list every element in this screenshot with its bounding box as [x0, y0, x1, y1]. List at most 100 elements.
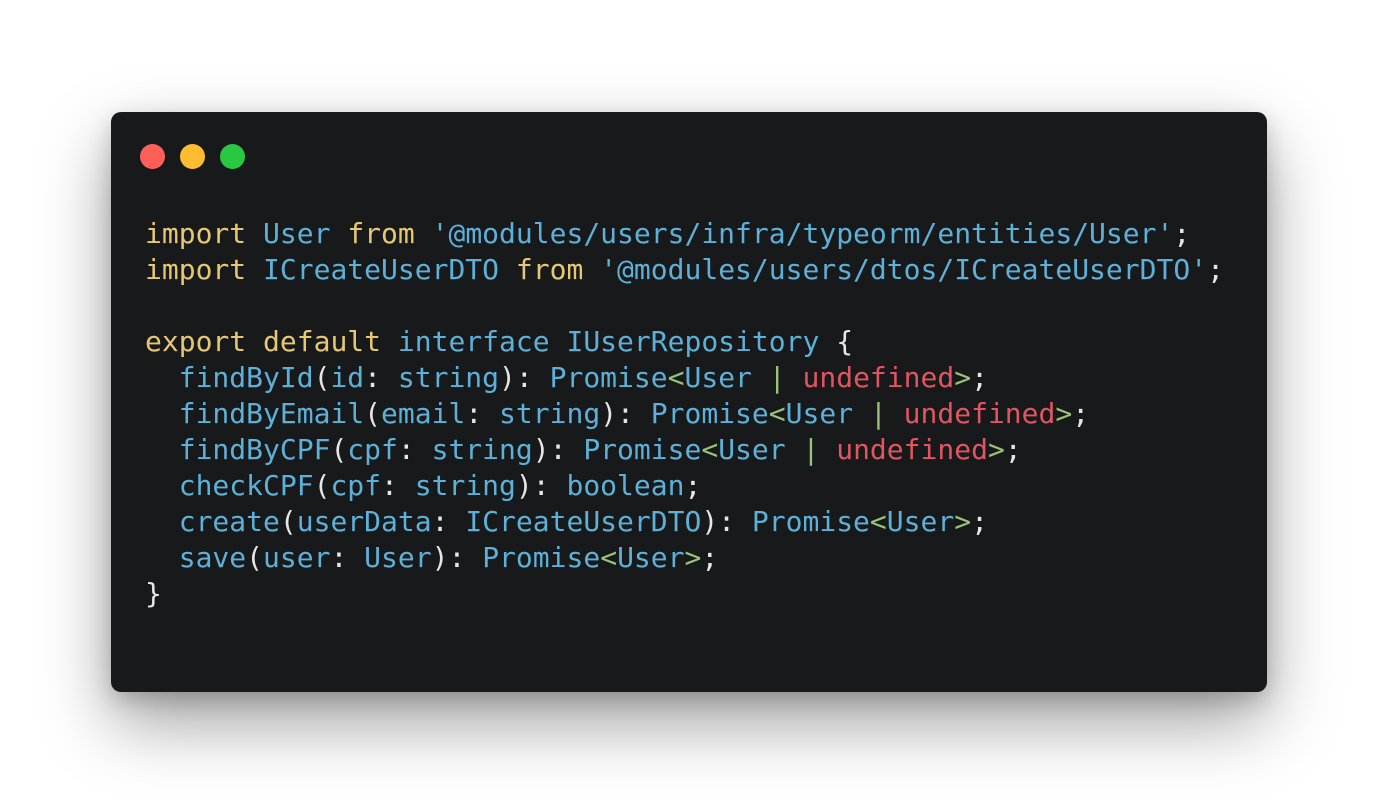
- window-controls: [140, 144, 245, 169]
- code-token-identifier: Promise: [482, 541, 601, 574]
- code-token-punctuation: ):: [499, 361, 550, 394]
- code-token-punctuation: (: [313, 361, 331, 394]
- code-token-angle: >: [1055, 397, 1073, 430]
- code-line: checkCPF(cpf: string): boolean;: [145, 468, 1224, 504]
- code-token-punctuation: (: [364, 397, 382, 430]
- code-token-identifier: ICreateUserDTO: [465, 505, 702, 538]
- code-token-punctuation: ):: [701, 505, 752, 538]
- code-token-angle: <: [869, 505, 887, 538]
- code-token-punctuation: ):: [532, 433, 584, 466]
- code-line: findByEmail(email: string): Promise<User…: [145, 396, 1224, 432]
- code-token-identifier: string: [431, 433, 533, 466]
- code-token-identifier: User: [886, 505, 955, 538]
- code-token-punctuation: :: [381, 469, 415, 502]
- code-token-identifier: Promise: [583, 433, 702, 466]
- canvas: import User from '@modules/users/infra/t…: [0, 0, 1378, 804]
- code-token-identifier: interface: [397, 325, 550, 358]
- code-token-angle: |: [869, 397, 887, 430]
- code-token-angle: >: [987, 433, 1005, 466]
- code-line: create(userData: ICreateUserDTO): Promis…: [145, 504, 1224, 540]
- code-token-punctuation: ;: [1173, 217, 1191, 250]
- code-token-identifier: IUserRepository: [566, 325, 820, 358]
- code-token-identifier: Promise: [650, 397, 769, 430]
- code-token-literal: undefined: [802, 361, 955, 394]
- code-line: import ICreateUserDTO from '@modules/use…: [145, 252, 1224, 288]
- code-token-identifier: Promise: [751, 505, 870, 538]
- code-token-keyword: default: [263, 325, 382, 358]
- code-token-identifier: ICreateUserDTO: [263, 253, 500, 286]
- code-token-punctuation: ):: [431, 541, 483, 574]
- code-token-keyword: import: [145, 253, 247, 286]
- code-token-punctuation: (: [246, 541, 264, 574]
- code-token-angle: <: [600, 541, 618, 574]
- code-token-punctuation: ;: [1004, 433, 1022, 466]
- code-token-keyword: from: [347, 217, 415, 250]
- code-token-identifier: User: [263, 217, 331, 250]
- code-line: import User from '@modules/users/infra/t…: [145, 216, 1224, 252]
- code-block: import User from '@modules/users/infra/t…: [145, 216, 1224, 612]
- code-token-literal: undefined: [836, 433, 988, 466]
- code-token-angle: >: [684, 541, 702, 574]
- code-token-punctuation: ;: [684, 469, 702, 502]
- code-token-punctuation: {: [836, 325, 854, 358]
- code-token-identifier: User: [617, 541, 685, 574]
- code-token-punctuation: ;: [1072, 397, 1090, 430]
- code-token-angle: <: [701, 433, 719, 466]
- code-token-punctuation: ;: [971, 361, 988, 394]
- code-token-identifier: User: [364, 541, 432, 574]
- code-line: save(user: User): Promise<User>;: [145, 540, 1224, 576]
- code-token-angle: |: [802, 433, 820, 466]
- code-token-punctuation: ):: [515, 469, 567, 502]
- code-token-identifier: User: [684, 361, 752, 394]
- code-token-identifier: checkCPF: [178, 469, 314, 502]
- code-token-punctuation: :: [465, 397, 500, 430]
- code-token-punctuation: :: [431, 505, 466, 538]
- code-token-punctuation: :: [330, 541, 365, 574]
- code-token-angle: <: [667, 361, 685, 394]
- code-token-identifier: findById: [178, 361, 314, 394]
- code-token-identifier: cpf: [347, 433, 398, 466]
- code-token-identifier: save: [178, 541, 247, 574]
- code-token-identifier: cpf: [330, 469, 382, 502]
- code-token-identifier: id: [330, 361, 365, 394]
- code-token-identifier: string: [414, 469, 516, 502]
- code-token-angle: >: [954, 505, 972, 538]
- code-token-angle: |: [768, 361, 786, 394]
- code-token-punctuation: }: [145, 577, 162, 610]
- code-token-punctuation: (: [279, 505, 297, 538]
- code-token-identifier: create: [178, 505, 280, 538]
- close-icon[interactable]: [140, 144, 165, 169]
- code-token-punctuation: ):: [600, 397, 651, 430]
- code-token-punctuation: :: [364, 361, 398, 394]
- code-line: export default interface IUserRepository…: [145, 324, 1224, 360]
- code-token-punctuation: ;: [701, 541, 719, 574]
- code-token-identifier: findByCPF: [178, 433, 331, 466]
- code-token-identifier: boolean: [566, 469, 685, 502]
- code-token-punctuation: :: [397, 433, 432, 466]
- maximize-icon[interactable]: [220, 144, 245, 169]
- minimize-icon[interactable]: [180, 144, 205, 169]
- code-line: findByCPF(cpf: string): Promise<User | u…: [145, 432, 1224, 468]
- code-token-identifier: string: [499, 397, 601, 430]
- code-line: findById(id: string): Promise<User | und…: [145, 360, 1224, 396]
- code-window: import User from '@modules/users/infra/t…: [111, 112, 1267, 692]
